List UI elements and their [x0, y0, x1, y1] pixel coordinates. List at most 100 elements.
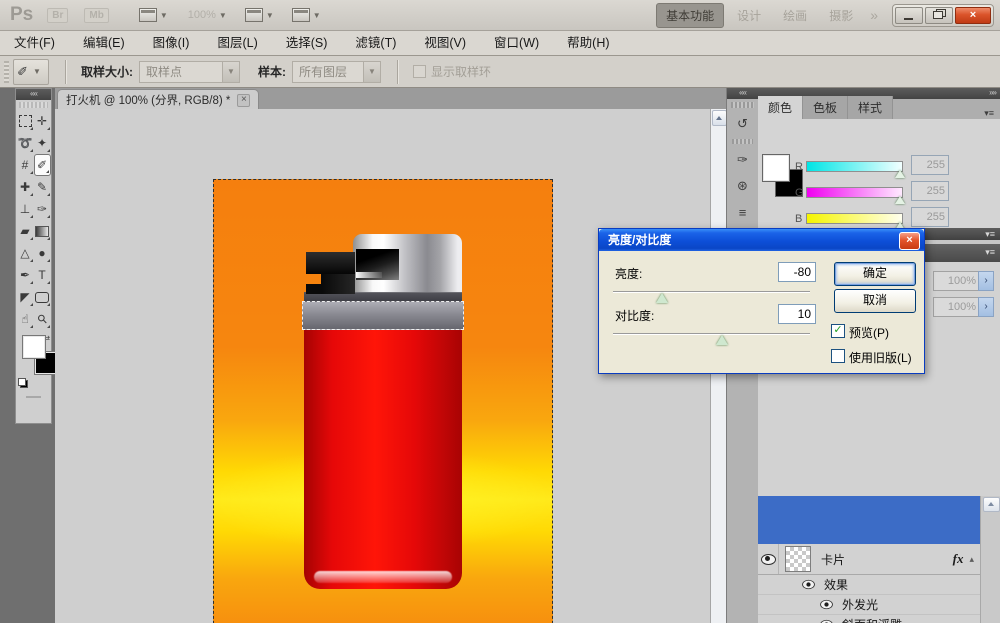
- visibility-toggle[interactable]: [816, 615, 836, 623]
- tool-hand[interactable]: ☝: [17, 308, 34, 330]
- tab-styles[interactable]: 样式: [848, 96, 893, 119]
- brightness-slider-handle[interactable]: [656, 293, 668, 303]
- layer-thumbnail[interactable]: [785, 546, 811, 572]
- dialog-titlebar[interactable]: 亮度/对比度 ×: [599, 229, 924, 251]
- dock-expand-icon[interactable]: »»: [989, 88, 996, 98]
- minimize-button[interactable]: [895, 7, 923, 24]
- menu-layer[interactable]: 图层(L): [203, 31, 271, 55]
- default-colors-icon[interactable]: [18, 378, 28, 388]
- workspace-design-button[interactable]: 设计: [728, 4, 770, 27]
- tool-history-brush[interactable]: ✑: [34, 198, 51, 220]
- red-channel-value[interactable]: 255: [911, 155, 949, 175]
- tool-clone-stamp[interactable]: ⊥: [17, 198, 34, 220]
- overflow-panel-icon[interactable]: ≡: [732, 202, 754, 222]
- launch-mini-bridge-button[interactable]: Mb: [84, 8, 108, 23]
- close-button[interactable]: ×: [955, 7, 991, 24]
- blue-channel-value[interactable]: 255: [911, 207, 949, 227]
- tool-panel-grip[interactable]: [19, 102, 48, 108]
- dock-grip[interactable]: [731, 102, 754, 108]
- menu-select[interactable]: 选择(S): [272, 31, 342, 55]
- tool-rounded-rectangle[interactable]: [34, 286, 51, 308]
- zoom-level-caret-icon[interactable]: ▼: [219, 11, 227, 20]
- tool-pen[interactable]: ✒: [17, 264, 34, 286]
- green-slider-handle[interactable]: [895, 196, 905, 204]
- opacity-value[interactable]: 100%: [933, 271, 980, 291]
- red-channel-slider[interactable]: [806, 161, 903, 172]
- menu-edit[interactable]: 编辑(E): [69, 31, 139, 55]
- adjustments-menu-icon[interactable]: ▾≡: [985, 229, 995, 240]
- tool-dodge[interactable]: ●: [34, 242, 51, 264]
- workspace-photography-button[interactable]: 摄影: [820, 4, 862, 27]
- menu-view[interactable]: 视图(V): [410, 31, 480, 55]
- sample-select[interactable]: 所有图层 ▼: [292, 61, 381, 83]
- menu-file[interactable]: 文件(F): [0, 31, 69, 55]
- legacy-checkbox[interactable]: [831, 349, 845, 363]
- panel-foreground-swatch[interactable]: [762, 154, 790, 182]
- tool-rectangular-marquee[interactable]: [17, 110, 34, 132]
- screen-mode-caret-icon[interactable]: ▼: [313, 11, 321, 20]
- workspace-painting-button[interactable]: 绘画: [774, 4, 816, 27]
- menu-image[interactable]: 图像(I): [139, 31, 204, 55]
- tool-blur[interactable]: △: [17, 242, 34, 264]
- tool-quick-selection[interactable]: ✦: [34, 132, 51, 154]
- arrange-documents-caret-icon[interactable]: ▼: [266, 11, 274, 20]
- workspace-essentials-button[interactable]: 基本功能: [656, 3, 724, 28]
- layers-scrollbar-up-arrow[interactable]: [983, 497, 1000, 512]
- show-sampling-ring-checkbox[interactable]: [413, 65, 426, 78]
- tool-crop[interactable]: #: [17, 154, 34, 176]
- arrange-documents-icon[interactable]: [245, 8, 263, 22]
- tool-eraser[interactable]: ▰: [17, 220, 34, 242]
- options-bar-grip[interactable]: [4, 61, 9, 83]
- view-extras-icon[interactable]: [139, 8, 157, 22]
- menu-window[interactable]: 窗口(W): [480, 31, 553, 55]
- fill-dropdown-icon[interactable]: ›: [978, 297, 994, 317]
- cancel-button[interactable]: 取消: [834, 289, 916, 313]
- contrast-slider-handle[interactable]: [716, 335, 728, 345]
- tool-gradient[interactable]: [34, 220, 51, 242]
- tool-type[interactable]: T: [34, 264, 51, 286]
- tool-move[interactable]: ✛: [34, 110, 51, 132]
- clone-source-panel-icon[interactable]: ⊛: [732, 176, 754, 196]
- screen-mode-icon[interactable]: [292, 8, 310, 22]
- document-tab-close-icon[interactable]: ×: [237, 94, 250, 107]
- layers-panel-menu-icon[interactable]: ▾≡: [985, 247, 995, 258]
- green-channel-value[interactable]: 255: [911, 181, 949, 201]
- restore-button[interactable]: [925, 7, 953, 24]
- tool-eyedropper[interactable]: ✐: [34, 154, 51, 176]
- sample-size-select[interactable]: 取样点 ▼: [139, 61, 240, 83]
- zoom-level[interactable]: 100%: [188, 9, 216, 21]
- brightness-input[interactable]: -80: [778, 262, 816, 282]
- preview-checkbox[interactable]: ✓: [831, 324, 845, 338]
- scrollbar-up-arrow[interactable]: [712, 110, 727, 126]
- red-slider-handle[interactable]: [895, 170, 905, 178]
- launch-bridge-button[interactable]: Br: [47, 8, 68, 23]
- visibility-toggle[interactable]: [758, 544, 779, 574]
- tool-brush[interactable]: ✎: [34, 176, 51, 198]
- visibility-toggle[interactable]: [798, 575, 818, 594]
- tool-path-selection[interactable]: ◤: [17, 286, 34, 308]
- green-channel-slider[interactable]: [806, 187, 903, 198]
- color-panel-menu-icon[interactable]: ▾≡: [984, 108, 1000, 119]
- blue-channel-slider[interactable]: [806, 213, 903, 224]
- menu-filter[interactable]: 滤镜(T): [341, 31, 410, 55]
- brightness-slider[interactable]: [613, 291, 810, 293]
- tool-panel-collapse[interactable]: ««: [16, 89, 51, 100]
- tab-swatches[interactable]: 色板: [803, 96, 848, 119]
- layers-scrollbar[interactable]: [980, 496, 1000, 623]
- tool-lasso[interactable]: ➰: [17, 132, 34, 154]
- view-extras-caret-icon[interactable]: ▼: [160, 11, 168, 20]
- workspace-overflow-icon[interactable]: »: [870, 7, 878, 23]
- fill-value[interactable]: 100%: [933, 297, 980, 317]
- layer-name[interactable]: 卡片: [821, 551, 845, 568]
- tab-color[interactable]: 颜色: [758, 96, 803, 119]
- selected-layer-row[interactable]: [758, 496, 980, 545]
- tool-zoom[interactable]: ⚲: [34, 308, 51, 330]
- contrast-slider[interactable]: [613, 333, 810, 335]
- canvas[interactable]: [213, 179, 553, 623]
- tool-spot-healing-brush[interactable]: ✚: [17, 176, 34, 198]
- layer-row-card[interactable]: 卡片 fx ▴: [758, 544, 980, 575]
- history-panel-icon[interactable]: ↺: [732, 114, 754, 134]
- foreground-color-swatch[interactable]: [22, 335, 46, 359]
- effects-group-row[interactable]: 效果: [758, 575, 980, 595]
- dock-collapse[interactable]: ««: [727, 88, 758, 99]
